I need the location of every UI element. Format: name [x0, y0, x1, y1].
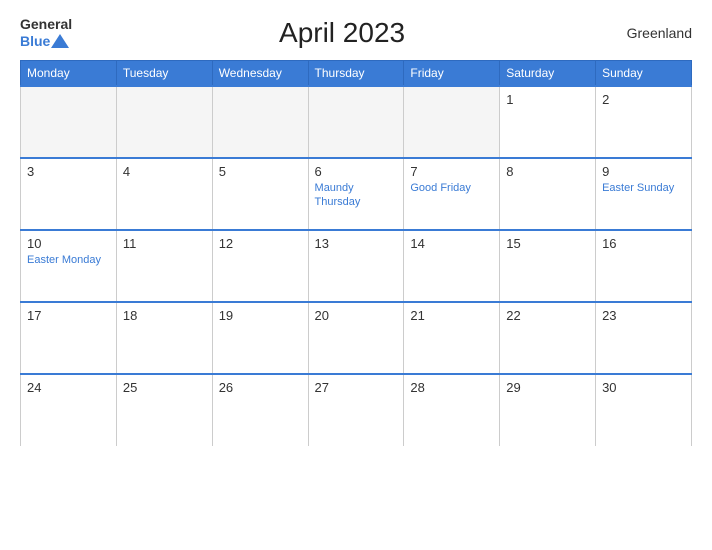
calendar-cell: 18 — [116, 302, 212, 374]
cell-day-number: 27 — [315, 380, 398, 395]
calendar-title: April 2023 — [72, 17, 612, 49]
cell-event-label: Good Friday — [410, 181, 493, 195]
calendar-cell: 22 — [500, 302, 596, 374]
calendar-cell: 11 — [116, 230, 212, 302]
cell-day-number: 16 — [602, 236, 685, 251]
logo-triangle-icon — [51, 34, 69, 48]
calendar-cell: 5 — [212, 158, 308, 230]
cell-day-number: 17 — [27, 308, 110, 323]
calendar-cell — [404, 86, 500, 158]
page: General Blue April 2023 Greenland Monday… — [0, 0, 712, 550]
calendar-header-row: Monday Tuesday Wednesday Thursday Friday… — [21, 60, 692, 86]
calendar-cell: 9 Easter Sunday — [596, 158, 692, 230]
calendar-cell: 4 — [116, 158, 212, 230]
col-wednesday: Wednesday — [212, 60, 308, 86]
logo: General Blue — [20, 16, 72, 50]
cell-day-number: 10 — [27, 236, 110, 251]
calendar-cell: 30 — [596, 374, 692, 446]
calendar-week-row: 24 25 26 27 28 29 30 — [21, 374, 692, 446]
col-monday: Monday — [21, 60, 117, 86]
cell-day-number: 1 — [506, 92, 589, 107]
cell-day-number: 21 — [410, 308, 493, 323]
calendar-cell: 2 — [596, 86, 692, 158]
cell-event-label: Maundy Thursday — [315, 181, 398, 210]
col-tuesday: Tuesday — [116, 60, 212, 86]
calendar-body: 123456Maundy Thursday7Good Friday89Easte… — [21, 86, 692, 446]
cell-day-number: 2 — [602, 92, 685, 107]
calendar-cell: 23 — [596, 302, 692, 374]
logo-general: General — [20, 16, 72, 33]
calendar-cell: 12 — [212, 230, 308, 302]
cell-day-number: 28 — [410, 380, 493, 395]
calendar-cell: 10 Easter Monday — [21, 230, 117, 302]
cell-day-number: 30 — [602, 380, 685, 395]
calendar-week-row: 17 18 19 20 21 22 23 — [21, 302, 692, 374]
cell-day-number: 5 — [219, 164, 302, 179]
calendar-cell — [212, 86, 308, 158]
calendar-cell: 1 — [500, 86, 596, 158]
calendar-cell: 26 — [212, 374, 308, 446]
calendar-cell: 13 — [308, 230, 404, 302]
calendar-cell: 24 — [21, 374, 117, 446]
calendar-cell: 7 Good Friday — [404, 158, 500, 230]
cell-event-label: Easter Sunday — [602, 181, 685, 195]
calendar-cell: 27 — [308, 374, 404, 446]
col-friday: Friday — [404, 60, 500, 86]
cell-day-number: 9 — [602, 164, 685, 179]
calendar-cell — [116, 86, 212, 158]
calendar-cell: 21 — [404, 302, 500, 374]
calendar-cell: 25 — [116, 374, 212, 446]
cell-day-number: 29 — [506, 380, 589, 395]
calendar-cell: 15 — [500, 230, 596, 302]
cell-day-number: 8 — [506, 164, 589, 179]
cell-event-label: Easter Monday — [27, 253, 110, 267]
cell-day-number: 18 — [123, 308, 206, 323]
calendar-cell — [308, 86, 404, 158]
cell-day-number: 13 — [315, 236, 398, 251]
calendar-cell: 28 — [404, 374, 500, 446]
calendar-cell: 20 — [308, 302, 404, 374]
cell-day-number: 6 — [315, 164, 398, 179]
calendar-cell: 16 — [596, 230, 692, 302]
cell-day-number: 12 — [219, 236, 302, 251]
calendar-week-row: 12 — [21, 86, 692, 158]
calendar-cell: 17 — [21, 302, 117, 374]
cell-day-number: 15 — [506, 236, 589, 251]
cell-day-number: 3 — [27, 164, 110, 179]
cell-day-number: 11 — [123, 236, 206, 251]
cell-day-number: 25 — [123, 380, 206, 395]
calendar-cell: 6 Maundy Thursday — [308, 158, 404, 230]
calendar-cell: 14 — [404, 230, 500, 302]
calendar-cell: 19 — [212, 302, 308, 374]
cell-day-number: 14 — [410, 236, 493, 251]
cell-day-number: 24 — [27, 380, 110, 395]
logo-text: General Blue — [20, 16, 72, 50]
calendar-cell: 29 — [500, 374, 596, 446]
cell-day-number: 23 — [602, 308, 685, 323]
col-sunday: Sunday — [596, 60, 692, 86]
cell-day-number: 7 — [410, 164, 493, 179]
col-saturday: Saturday — [500, 60, 596, 86]
cell-day-number: 26 — [219, 380, 302, 395]
cell-day-number: 22 — [506, 308, 589, 323]
calendar-cell: 3 — [21, 158, 117, 230]
calendar-week-row: 10 Easter Monday 11 12 13 14 15 16 — [21, 230, 692, 302]
region-label: Greenland — [612, 25, 692, 41]
logo-blue: Blue — [20, 33, 50, 50]
calendar-cell: 8 — [500, 158, 596, 230]
cell-day-number: 19 — [219, 308, 302, 323]
calendar-table: Monday Tuesday Wednesday Thursday Friday… — [20, 60, 692, 446]
calendar-week-row: 3456 Maundy Thursday 7 Good Friday 89 Easter … — [21, 158, 692, 230]
header: General Blue April 2023 Greenland — [20, 16, 692, 50]
cell-day-number: 4 — [123, 164, 206, 179]
calendar-cell — [21, 86, 117, 158]
cell-day-number: 20 — [315, 308, 398, 323]
col-thursday: Thursday — [308, 60, 404, 86]
